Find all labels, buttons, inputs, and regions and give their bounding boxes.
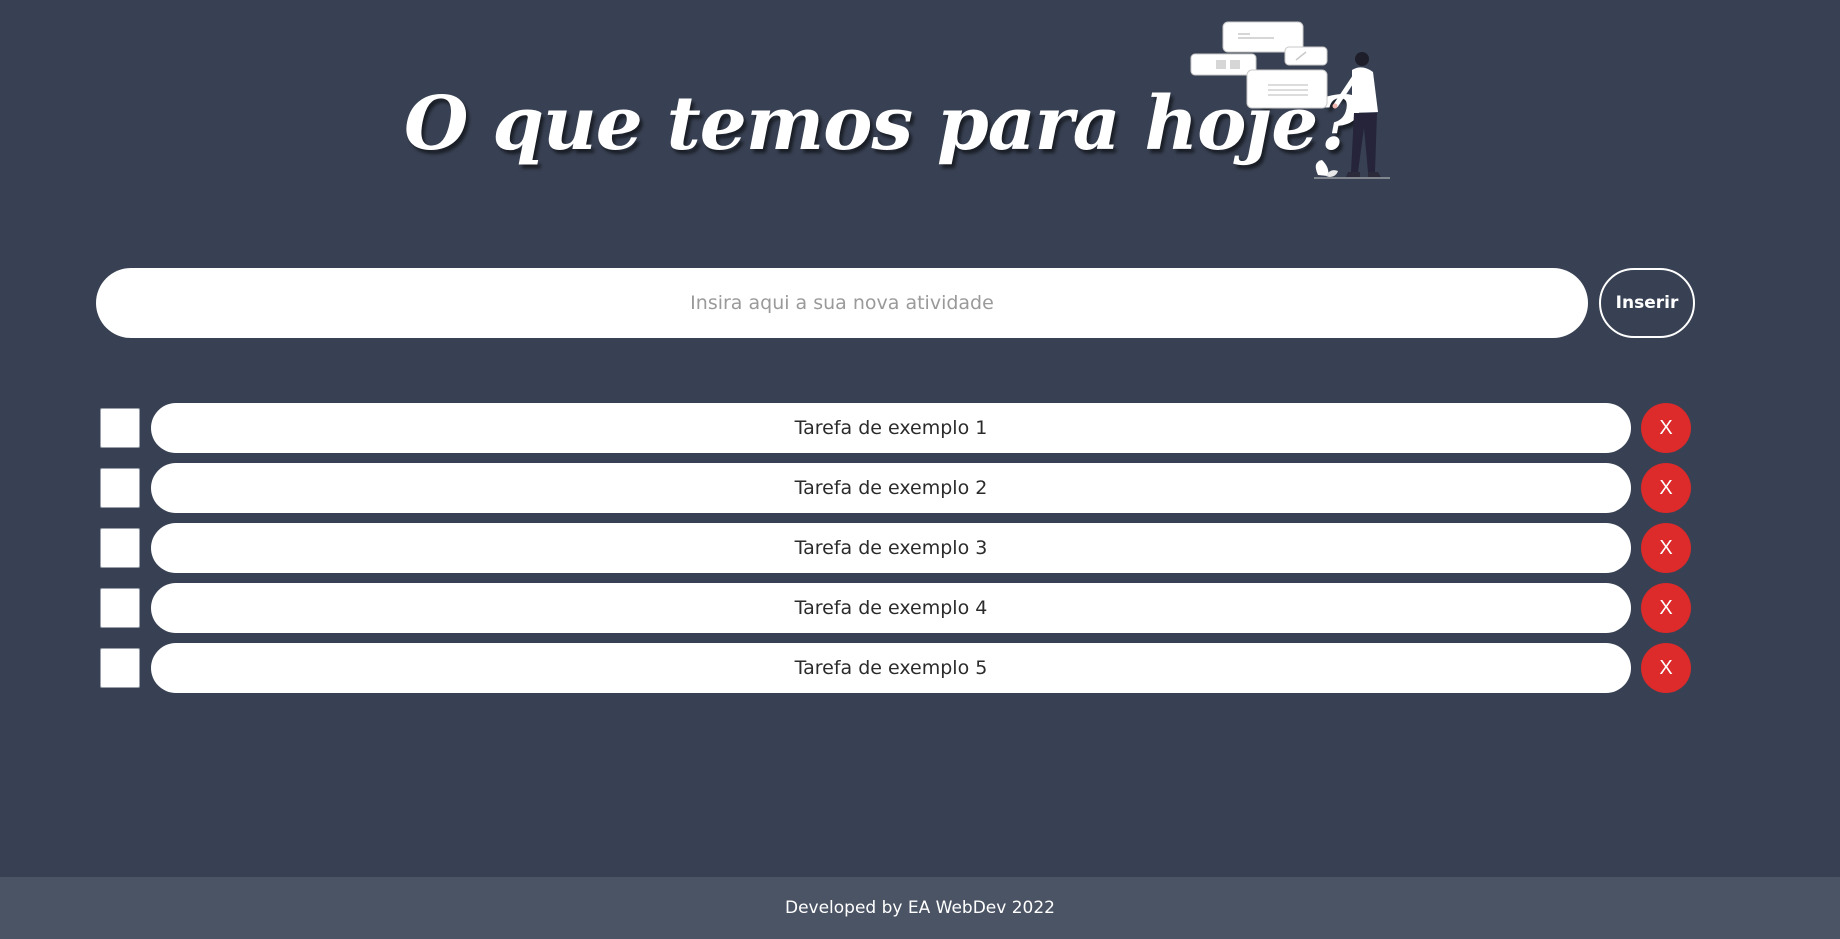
insert-button[interactable]: Inserir [1599, 268, 1695, 338]
task-checkbox[interactable] [100, 648, 140, 688]
task-checkbox[interactable] [100, 588, 140, 628]
delete-task-button[interactable]: X [1641, 643, 1691, 693]
page-title: O que temos para hoje? [404, 81, 1361, 167]
task-label[interactable]: Tarefa de exemplo 5 [151, 643, 1631, 693]
task-row: Tarefa de exemplo 4 X [100, 582, 1692, 633]
task-label[interactable]: Tarefa de exemplo 2 [151, 463, 1631, 513]
footer: Developed by EA WebDev 2022 [0, 877, 1840, 939]
task-row: Tarefa de exemplo 5 X [100, 642, 1692, 693]
task-list: Tarefa de exemplo 1 X Tarefa de exemplo … [100, 402, 1692, 702]
footer-credit-text: Developed by EA WebDev 2022 [784, 898, 1055, 918]
task-row: Tarefa de exemplo 2 X [100, 462, 1692, 513]
todo-page: O que temos para hoje? Inserir [0, 0, 1840, 939]
delete-task-button[interactable]: X [1641, 403, 1691, 453]
new-task-input[interactable] [96, 268, 1588, 338]
new-task-bar: Inserir [96, 268, 1696, 338]
person-with-chat-cards-illustration-icon [1190, 21, 1390, 179]
delete-task-button[interactable]: X [1641, 463, 1691, 513]
task-label[interactable]: Tarefa de exemplo 4 [151, 583, 1631, 633]
delete-task-button[interactable]: X [1641, 583, 1691, 633]
task-row: Tarefa de exemplo 1 X [100, 402, 1692, 453]
task-checkbox[interactable] [100, 468, 140, 508]
task-checkbox[interactable] [100, 408, 140, 448]
task-row: Tarefa de exemplo 3 X [100, 522, 1692, 573]
task-label[interactable]: Tarefa de exemplo 3 [151, 523, 1631, 573]
task-label[interactable]: Tarefa de exemplo 1 [151, 403, 1631, 453]
task-checkbox[interactable] [100, 528, 140, 568]
delete-task-button[interactable]: X [1641, 523, 1691, 573]
